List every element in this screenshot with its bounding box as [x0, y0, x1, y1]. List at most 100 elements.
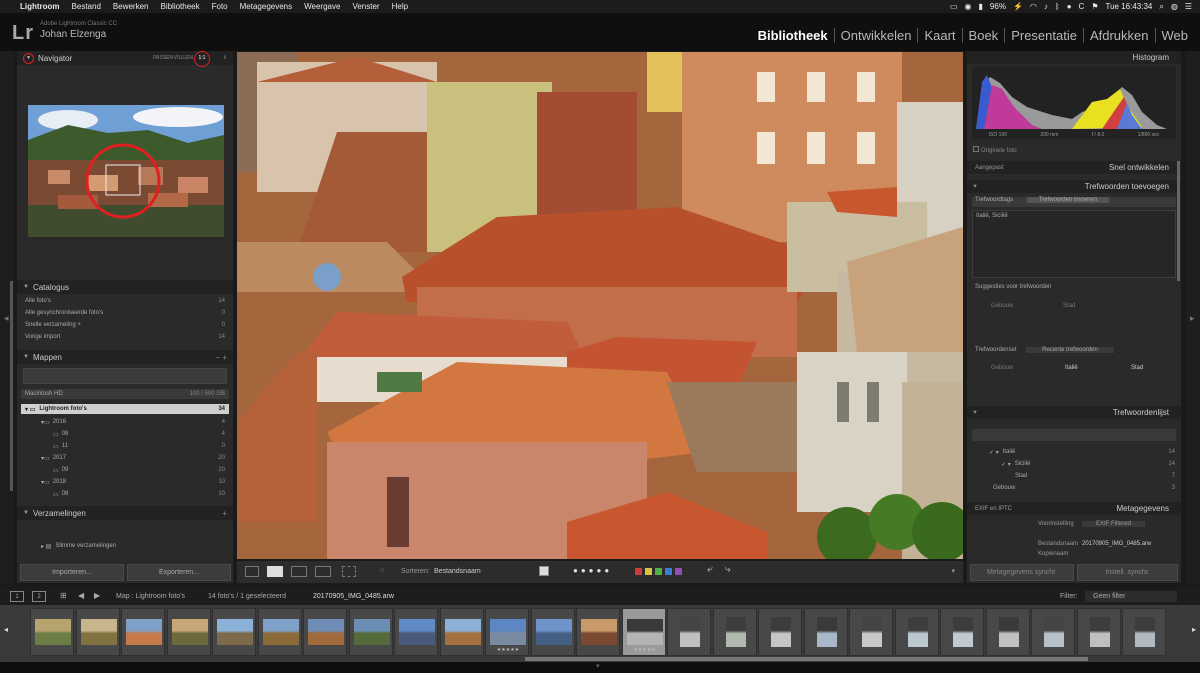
forward-icon[interactable]: ▶	[94, 591, 100, 600]
zoom-more[interactable]: ⇕	[223, 55, 227, 61]
menu-foto[interactable]: Foto	[212, 2, 228, 11]
label-yellow[interactable]	[645, 568, 652, 575]
menu-bestand[interactable]: Bestand	[72, 2, 101, 11]
user-icon[interactable]: ●	[1067, 2, 1072, 11]
filmstrip-thumb[interactable]	[212, 608, 256, 656]
rotate-left-icon[interactable]: ⤶	[707, 564, 713, 575]
compare-view-icon[interactable]	[291, 566, 307, 577]
keyword-row[interactable]: Gebouw 3	[971, 483, 1179, 493]
sort-select[interactable]: Bestandsnaam	[434, 568, 481, 575]
star-rating[interactable]: ●●●●●	[573, 566, 612, 575]
original-photo-checkbox[interactable]: Originele foto	[973, 146, 1017, 154]
list-item[interactable]: Alle gesynchroniseerde foto's 0	[21, 308, 229, 318]
wifi-icon[interactable]: ◠	[1030, 2, 1037, 11]
spotlight-search-icon[interactable]: ⌕	[1159, 2, 1163, 12]
collapse-left-icon[interactable]: ◂	[4, 313, 9, 324]
folder-root-selected[interactable]: ▾ ▭ Lightroom foto's 34	[21, 404, 229, 414]
secondary-window-2[interactable]: 2	[32, 591, 46, 602]
filmstrip-thumb[interactable]	[166, 608, 211, 656]
module-boek[interactable]: Boek	[963, 28, 1006, 43]
menu-weergave[interactable]: Weergave	[304, 2, 340, 11]
filmstrip-thumb-selected[interactable]: ★★★★★	[621, 608, 666, 656]
metadata-header[interactable]: EXIF en IPTC Metagegevens	[967, 502, 1181, 515]
bluetooth-icon[interactable]: ᛒ	[1055, 2, 1060, 11]
mappen-header[interactable]: ▼ Mappen − +	[17, 350, 233, 364]
loupe-view-icon[interactable]	[267, 566, 283, 577]
filmstrip-thumb[interactable]	[303, 608, 347, 656]
navigator-preview[interactable]	[28, 105, 224, 237]
keyword-set-item[interactable]: Italië	[1065, 365, 1078, 371]
filmstrip-scroll-left-icon[interactable]: ◂	[4, 625, 8, 634]
suggestion-keyword[interactable]: Gebouw	[991, 303, 1013, 309]
collapse-triangle-icon[interactable]: ▼	[972, 184, 978, 190]
suggestion-keyword[interactable]: Stad	[1063, 303, 1075, 309]
folder-search-field[interactable]	[23, 368, 227, 384]
module-afdrukken[interactable]: Afdrukken	[1084, 28, 1156, 43]
filmstrip-thumb[interactable]	[758, 608, 802, 656]
people-view-icon[interactable]	[342, 566, 356, 577]
filmstrip-thumb[interactable]	[576, 608, 620, 656]
export-button[interactable]: Exporteren...	[127, 564, 231, 581]
navigator-header[interactable]: ▼ Navigator PASSEN VULLEN 1:1 ⇕	[17, 51, 233, 67]
module-bibliotheek[interactable]: Bibliotheek	[752, 28, 835, 43]
sync-settings-button[interactable]: Instell. synchr.	[1077, 564, 1178, 581]
histogram-chart[interactable]: ISO 100 200 mm f / 8.0 1/800 sec	[972, 67, 1176, 139]
keyword-tags-row[interactable]: Trefwoordtags Trefwoorden invoeren	[972, 197, 1176, 207]
quick-develop-preset[interactable]: Aangepast	[975, 165, 1004, 171]
label-green[interactable]	[655, 568, 662, 575]
filename-value[interactable]: 20170905_IMG_0485.arw	[1082, 541, 1151, 547]
notification-center-icon[interactable]: ☰	[1185, 2, 1192, 11]
check-icon[interactable]: ✓ ▾	[989, 449, 999, 456]
collapse-filmstrip-icon[interactable]: ▾	[596, 662, 600, 670]
label-red[interactable]	[635, 568, 642, 575]
list-item[interactable]: Alle foto's 14	[21, 296, 229, 306]
filmstrip-thumb[interactable]	[940, 608, 984, 656]
list-item[interactable]: Snelle verzameling + 0	[21, 320, 229, 330]
sync-metadata-button[interactable]: Metagegevens synchr.	[970, 564, 1074, 581]
right-panel-edge[interactable]: ▸	[1186, 51, 1200, 583]
keyword-set-item[interactable]: Gebouw	[991, 365, 1013, 371]
menu-bewerken[interactable]: Bewerken	[113, 2, 149, 11]
metadata-view-select[interactable]: EXIF en IPTC	[975, 506, 1012, 512]
collapse-triangle-icon[interactable]: ▼	[23, 284, 29, 290]
menu-help[interactable]: Help	[392, 2, 408, 11]
histogram-header[interactable]: Histogram	[967, 51, 1181, 64]
siri-icon[interactable]: ◍	[1171, 2, 1178, 11]
module-presentatie[interactable]: Presentatie	[1005, 28, 1084, 43]
filmstrip-thumb[interactable]	[439, 608, 484, 656]
filmstrip-thumb[interactable]: ★★★★★	[485, 608, 529, 656]
module-web[interactable]: Web	[1156, 28, 1195, 43]
grid-view-icon[interactable]	[245, 566, 259, 577]
keyword-list-header[interactable]: ▼ Trefwoordenlijst	[967, 406, 1181, 419]
filmstrip-thumb[interactable]	[1076, 608, 1121, 656]
filmstrip-thumb[interactable]	[1031, 608, 1075, 656]
keyword-filter-field[interactable]	[972, 429, 1176, 441]
filmstrip-scroll-right-icon[interactable]: ▸	[1192, 625, 1196, 634]
secondary-window-1[interactable]: 1	[10, 591, 24, 602]
flag-icon[interactable]: ⚑	[1091, 2, 1098, 11]
collapse-triangle-icon[interactable]: ▼	[972, 410, 978, 416]
keywords-textarea[interactable]: Italië, Sicilië	[972, 210, 1176, 278]
folder-row[interactable]: ▭ 08 4	[21, 429, 229, 439]
collapse-right-icon[interactable]: ▸	[1190, 313, 1195, 324]
right-panel-scrollbar[interactable]	[1177, 161, 1180, 281]
module-ontwikkelen[interactable]: Ontwikkelen	[835, 28, 919, 43]
collapse-triangle-icon[interactable]: ▼	[23, 354, 29, 360]
back-icon[interactable]: ◀	[78, 591, 84, 600]
list-item[interactable]: Vorige import 14	[21, 332, 229, 342]
menu-metagegevens[interactable]: Metagegevens	[240, 2, 292, 11]
filmstrip-thumb[interactable]	[849, 608, 893, 656]
filmstrip-thumb[interactable]	[30, 608, 74, 656]
survey-view-icon[interactable]	[315, 566, 331, 577]
left-panel-edge[interactable]: ◂	[0, 51, 14, 583]
grid-icon[interactable]: ⊞	[60, 591, 67, 600]
painter-icon[interactable]: ⁘	[379, 566, 386, 575]
add-folder-icon[interactable]: − +	[215, 353, 227, 362]
filmstrip-thumb[interactable]	[75, 608, 120, 656]
filmstrip-source[interactable]: Map : Lightroom foto's	[116, 593, 185, 600]
filmstrip-thumb[interactable]	[803, 608, 848, 656]
metadata-preset-select[interactable]: EXIF Filtered	[1082, 521, 1146, 527]
left-scrollbar[interactable]	[10, 281, 13, 491]
menu-bibliotheek[interactable]: Bibliotheek	[160, 2, 199, 11]
volume-icon[interactable]: ♪	[1044, 2, 1048, 11]
